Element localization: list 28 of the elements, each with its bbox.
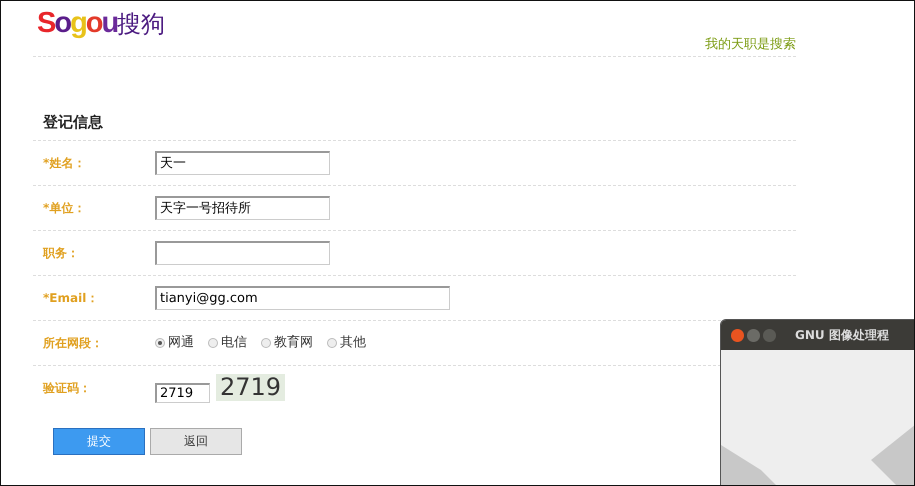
back-button[interactable]: 返回 bbox=[150, 428, 242, 454]
field-label: 所在网段： bbox=[42, 334, 104, 352]
input-field[interactable]: 天一 bbox=[155, 150, 330, 174]
window-title: GNU 图像处理程 bbox=[795, 327, 889, 344]
input-field[interactable]: 天字一号招待所 bbox=[155, 196, 330, 220]
maximize-icon[interactable] bbox=[763, 328, 776, 342]
close-icon[interactable] bbox=[731, 328, 744, 342]
input-field[interactable]: tianyi@gg.com bbox=[155, 286, 450, 310]
radio-label[interactable]: 教育网 bbox=[274, 332, 313, 352]
captcha-image: 2719 bbox=[216, 374, 286, 401]
form-title: 登记信息 bbox=[43, 112, 104, 133]
field-label: *姓名： bbox=[42, 154, 86, 172]
captcha-field[interactable]: 2719 bbox=[155, 382, 210, 402]
radio-button[interactable] bbox=[261, 338, 271, 348]
input-field[interactable] bbox=[155, 240, 330, 264]
radio-button[interactable] bbox=[327, 338, 337, 348]
logo[interactable]: Sogou搜狗 bbox=[37, 1, 166, 56]
slogan: 我的天职是搜索 bbox=[705, 36, 796, 54]
radio-label[interactable]: 电信 bbox=[221, 332, 247, 352]
field-label: *单位： bbox=[42, 200, 86, 216]
minimize-icon[interactable] bbox=[747, 328, 760, 342]
radio-label[interactable]: 网通 bbox=[168, 332, 194, 352]
field-label: 验证码： bbox=[42, 380, 92, 396]
radio-label[interactable]: 其他 bbox=[340, 332, 366, 352]
field-label: 职务： bbox=[42, 244, 80, 262]
radio-button[interactable] bbox=[155, 338, 165, 348]
field-label: *Email： bbox=[42, 290, 100, 306]
radio-button[interactable] bbox=[208, 338, 218, 348]
